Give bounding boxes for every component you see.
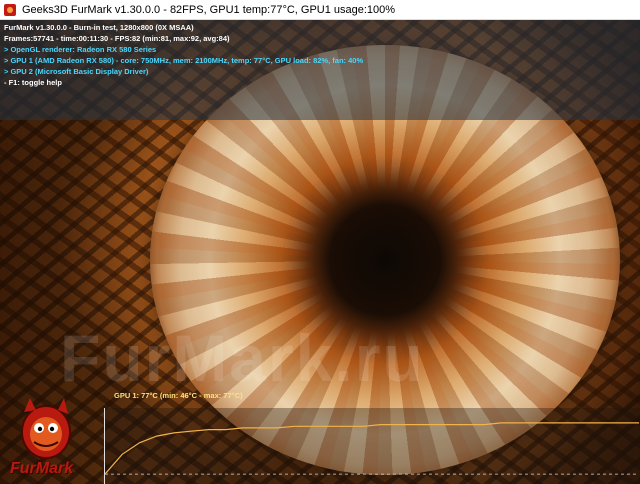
info-line: > OpenGL renderer: Radeon RX 580 Series (4, 45, 157, 54)
furmark-window: Geeks3D FurMark v1.30.0.0 - 82FPS, GPU1 … (0, 0, 640, 484)
gpu1-temperature-line (105, 422, 639, 475)
info-line: FurMark v1.30.0.0 - Burn-in test, 1280x8… (4, 23, 194, 32)
furmark-logo-icon (21, 398, 71, 459)
info-line: Frames:57741 - time:00:11:30 - FPS:82 (m… (4, 34, 230, 43)
info-line: > GPU 1 (AMD Radeon RX 580) - core: 750M… (4, 56, 364, 65)
furmark-app-icon[interactable] (4, 3, 16, 16)
window-title: Geeks3D FurMark v1.30.0.0 - 82FPS, GPU1 … (22, 3, 396, 16)
watermark-text: FurMark.ru (60, 321, 425, 395)
temperature-graph-label: GPU 1: 77°C (min: 46°C - max: 77°C) (114, 391, 243, 400)
render-viewport[interactable]: FurMark v1.30.0.0 - Burn-in test, 1280x8… (0, 20, 640, 484)
info-lines: FurMark v1.30.0.0 - Burn-in test, 1280x8… (4, 22, 363, 88)
logo-text: FurMark (10, 460, 74, 477)
title-bar[interactable]: Geeks3D FurMark v1.30.0.0 - 82FPS, GPU1 … (0, 0, 640, 20)
info-line: - F1: toggle help (4, 78, 62, 87)
info-line: > GPU 2 (Microsoft Basic Display Driver) (4, 67, 149, 76)
temperature-graph-plot (105, 422, 639, 475)
info-overlay: FurMark v1.30.0.0 - Burn-in test, 1280x8… (0, 20, 640, 120)
temperature-graph (104, 408, 640, 484)
